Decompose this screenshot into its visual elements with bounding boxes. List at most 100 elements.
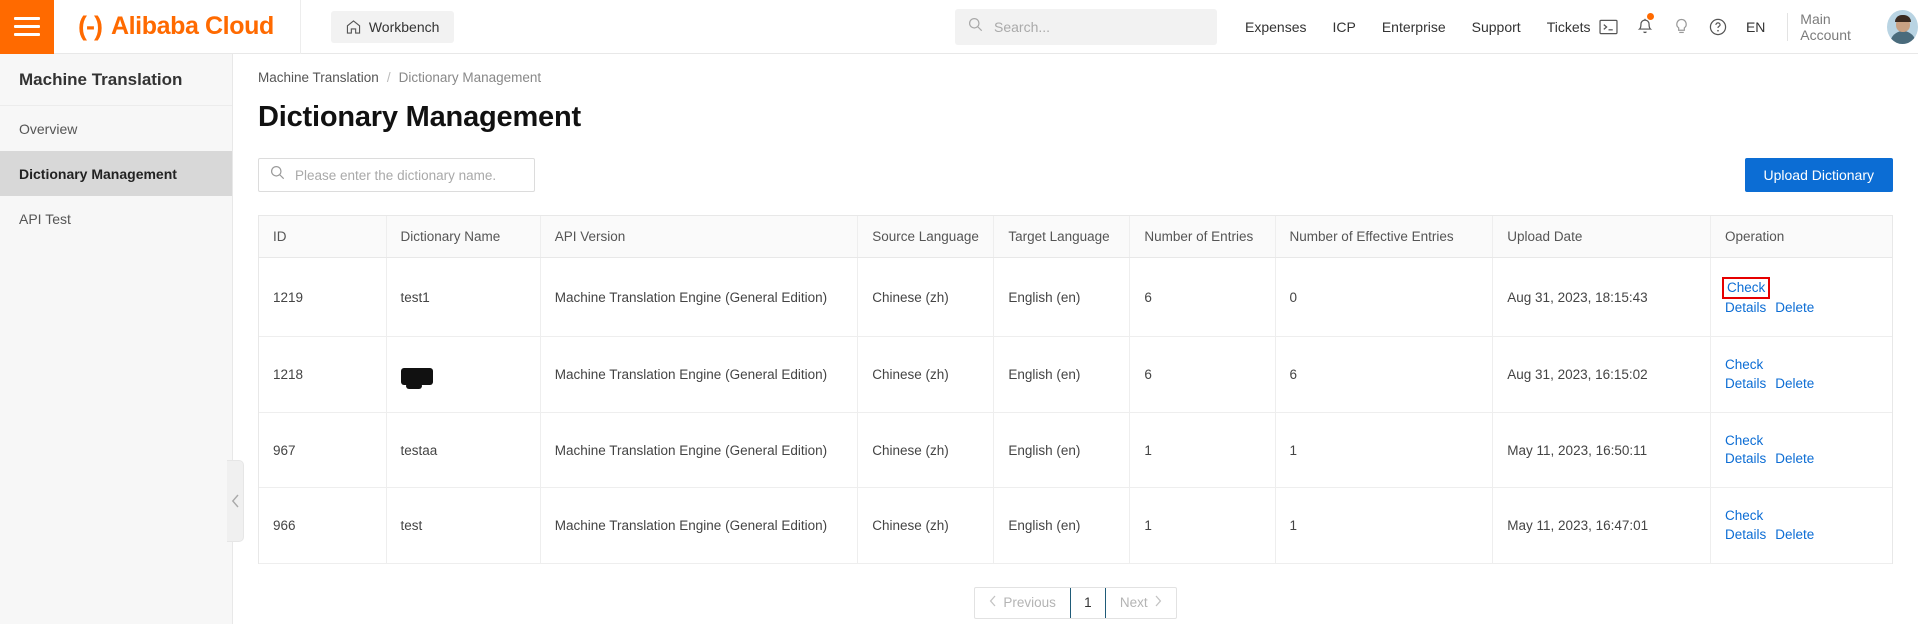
operation-links: Check Details Delete <box>1725 507 1892 543</box>
brand-logo[interactable]: (-) Alibaba Cloud <box>54 0 301 54</box>
workbench-button[interactable]: Workbench <box>331 11 455 43</box>
column-header-target-language: Target Language <box>994 216 1130 258</box>
hamburger-line <box>14 33 40 36</box>
cell-number-of-entries: 1 <box>1130 412 1275 487</box>
cell-upload-date: Aug 31, 2023, 16:15:02 <box>1493 337 1711 412</box>
cell-target-language: English (en) <box>994 337 1130 412</box>
sidebar-item-overview[interactable]: Overview <box>0 106 232 151</box>
hamburger-icon[interactable] <box>0 0 54 54</box>
brand-name: Alibaba Cloud <box>111 12 274 41</box>
chevron-left-icon <box>231 494 240 508</box>
cell-operation: Check Details Delete <box>1711 412 1892 487</box>
cell-number-of-entries: 6 <box>1130 258 1275 337</box>
column-header-dictionary-name: Dictionary Name <box>386 216 540 258</box>
cell-id: 1218 <box>259 337 386 412</box>
next-label: Next <box>1120 595 1148 610</box>
help-circle-icon[interactable] <box>1699 0 1735 54</box>
sidebar-item-label: Overview <box>19 121 77 137</box>
column-header-number-of-entries: Number of Entries <box>1130 216 1275 258</box>
toolbar: Upload Dictionary <box>258 158 1893 192</box>
nav-item-icp[interactable]: ICP <box>1319 0 1368 54</box>
search-icon <box>270 165 285 185</box>
hamburger-line <box>14 25 40 28</box>
dictionary-search-input[interactable] <box>295 168 523 183</box>
chevron-left-icon <box>989 595 997 610</box>
breadcrumb: Machine Translation / Dictionary Managem… <box>233 54 1918 85</box>
cell-dictionary-name: test1 <box>386 258 540 337</box>
dictionary-table-wrapper: ID Dictionary Name API Version Source La… <box>258 215 1893 564</box>
cell-source-language: Chinese (zh) <box>858 337 994 412</box>
column-header-id: ID <box>259 216 386 258</box>
cell-api-version: Machine Translation Engine (General Edit… <box>540 337 858 412</box>
cell-dictionary-name <box>386 337 540 412</box>
sidebar-title: Machine Translation <box>0 54 232 106</box>
dictionary-table: ID Dictionary Name API Version Source La… <box>259 216 1892 564</box>
table-header: ID Dictionary Name API Version Source La… <box>259 216 1892 258</box>
terminal-icon[interactable] <box>1590 0 1626 54</box>
page-number-1[interactable]: 1 <box>1070 587 1106 619</box>
avatar-hair <box>1895 15 1911 22</box>
nav-item-expenses[interactable]: Expenses <box>1232 0 1319 54</box>
lightbulb-icon[interactable] <box>1663 0 1699 54</box>
column-header-number-of-effective-entries: Number of Effective Entries <box>1275 216 1493 258</box>
details-link[interactable]: Details <box>1725 450 1766 468</box>
table-row: 967 testaa Machine Translation Engine (G… <box>259 412 1892 487</box>
cell-operation: Check Details Delete <box>1711 488 1892 563</box>
global-search-input[interactable] <box>994 19 1204 35</box>
details-link[interactable]: Details <box>1725 526 1766 544</box>
next-page-button[interactable]: Next <box>1106 587 1176 619</box>
column-header-api-version: API Version <box>540 216 858 258</box>
column-header-source-language: Source Language <box>858 216 994 258</box>
global-search[interactable] <box>955 9 1217 45</box>
cell-number-of-entries: 1 <box>1130 488 1275 563</box>
sidebar-item-api-test[interactable]: API Test <box>0 196 232 241</box>
cell-source-language: Chinese (zh) <box>858 488 994 563</box>
previous-label: Previous <box>1003 595 1056 610</box>
delete-link[interactable]: Delete <box>1775 450 1814 468</box>
top-icon-group: EN Main Account <box>1590 0 1918 54</box>
table-row: 1219 test1 Machine Translation Engine (G… <box>259 258 1892 337</box>
sidebar-item-dictionary-management[interactable]: Dictionary Management <box>0 151 232 196</box>
breadcrumb-parent[interactable]: Machine Translation <box>258 70 379 85</box>
upload-dictionary-button[interactable]: Upload Dictionary <box>1745 158 1894 192</box>
chevron-right-icon <box>1154 595 1162 610</box>
top-divider <box>1787 13 1788 41</box>
language-selector[interactable]: EN <box>1736 0 1775 54</box>
dictionary-search[interactable] <box>258 158 535 192</box>
cell-number-of-effective-entries: 6 <box>1275 337 1493 412</box>
account-menu[interactable]: Main Account <box>1800 10 1918 44</box>
sidebar-item-label: API Test <box>19 211 71 227</box>
check-link[interactable]: Check <box>1725 433 1763 448</box>
previous-page-button[interactable]: Previous <box>975 587 1070 619</box>
delete-link[interactable]: Delete <box>1775 375 1814 393</box>
alibaba-cloud-mark-icon: (-) <box>78 13 102 40</box>
cell-number-of-effective-entries: 1 <box>1275 412 1493 487</box>
delete-link[interactable]: Delete <box>1775 526 1814 544</box>
details-link[interactable]: Details <box>1725 375 1766 393</box>
check-link[interactable]: Check <box>1725 357 1763 372</box>
cell-number-of-entries: 6 <box>1130 337 1275 412</box>
top-nav: Expenses ICP Enterprise Support Tickets <box>1232 0 1604 54</box>
operation-links: Check Details Delete <box>1725 432 1892 468</box>
cell-api-version: Machine Translation Engine (General Edit… <box>540 412 858 487</box>
notification-badge <box>1647 13 1654 20</box>
search-icon <box>968 17 983 37</box>
check-link[interactable]: Check <box>1725 508 1763 523</box>
cell-dictionary-name: testaa <box>386 412 540 487</box>
bell-icon[interactable] <box>1626 0 1662 54</box>
check-link[interactable]: Check <box>1727 280 1765 295</box>
home-icon <box>346 20 361 34</box>
account-name: Main Account <box>1800 11 1876 43</box>
cell-target-language: English (en) <box>994 488 1130 563</box>
table-body: 1219 test1 Machine Translation Engine (G… <box>259 258 1892 564</box>
check-link-highlight: Check <box>1722 277 1770 299</box>
cell-source-language: Chinese (zh) <box>858 258 994 337</box>
pagination: Previous 1 Next <box>233 587 1918 619</box>
avatar[interactable] <box>1887 10 1918 44</box>
delete-link[interactable]: Delete <box>1775 299 1814 317</box>
nav-item-enterprise[interactable]: Enterprise <box>1369 0 1459 54</box>
nav-item-support[interactable]: Support <box>1459 0 1534 54</box>
details-link[interactable]: Details <box>1725 299 1766 317</box>
cell-upload-date: May 11, 2023, 16:50:11 <box>1493 412 1711 487</box>
sidebar-collapse-handle[interactable] <box>227 460 244 542</box>
